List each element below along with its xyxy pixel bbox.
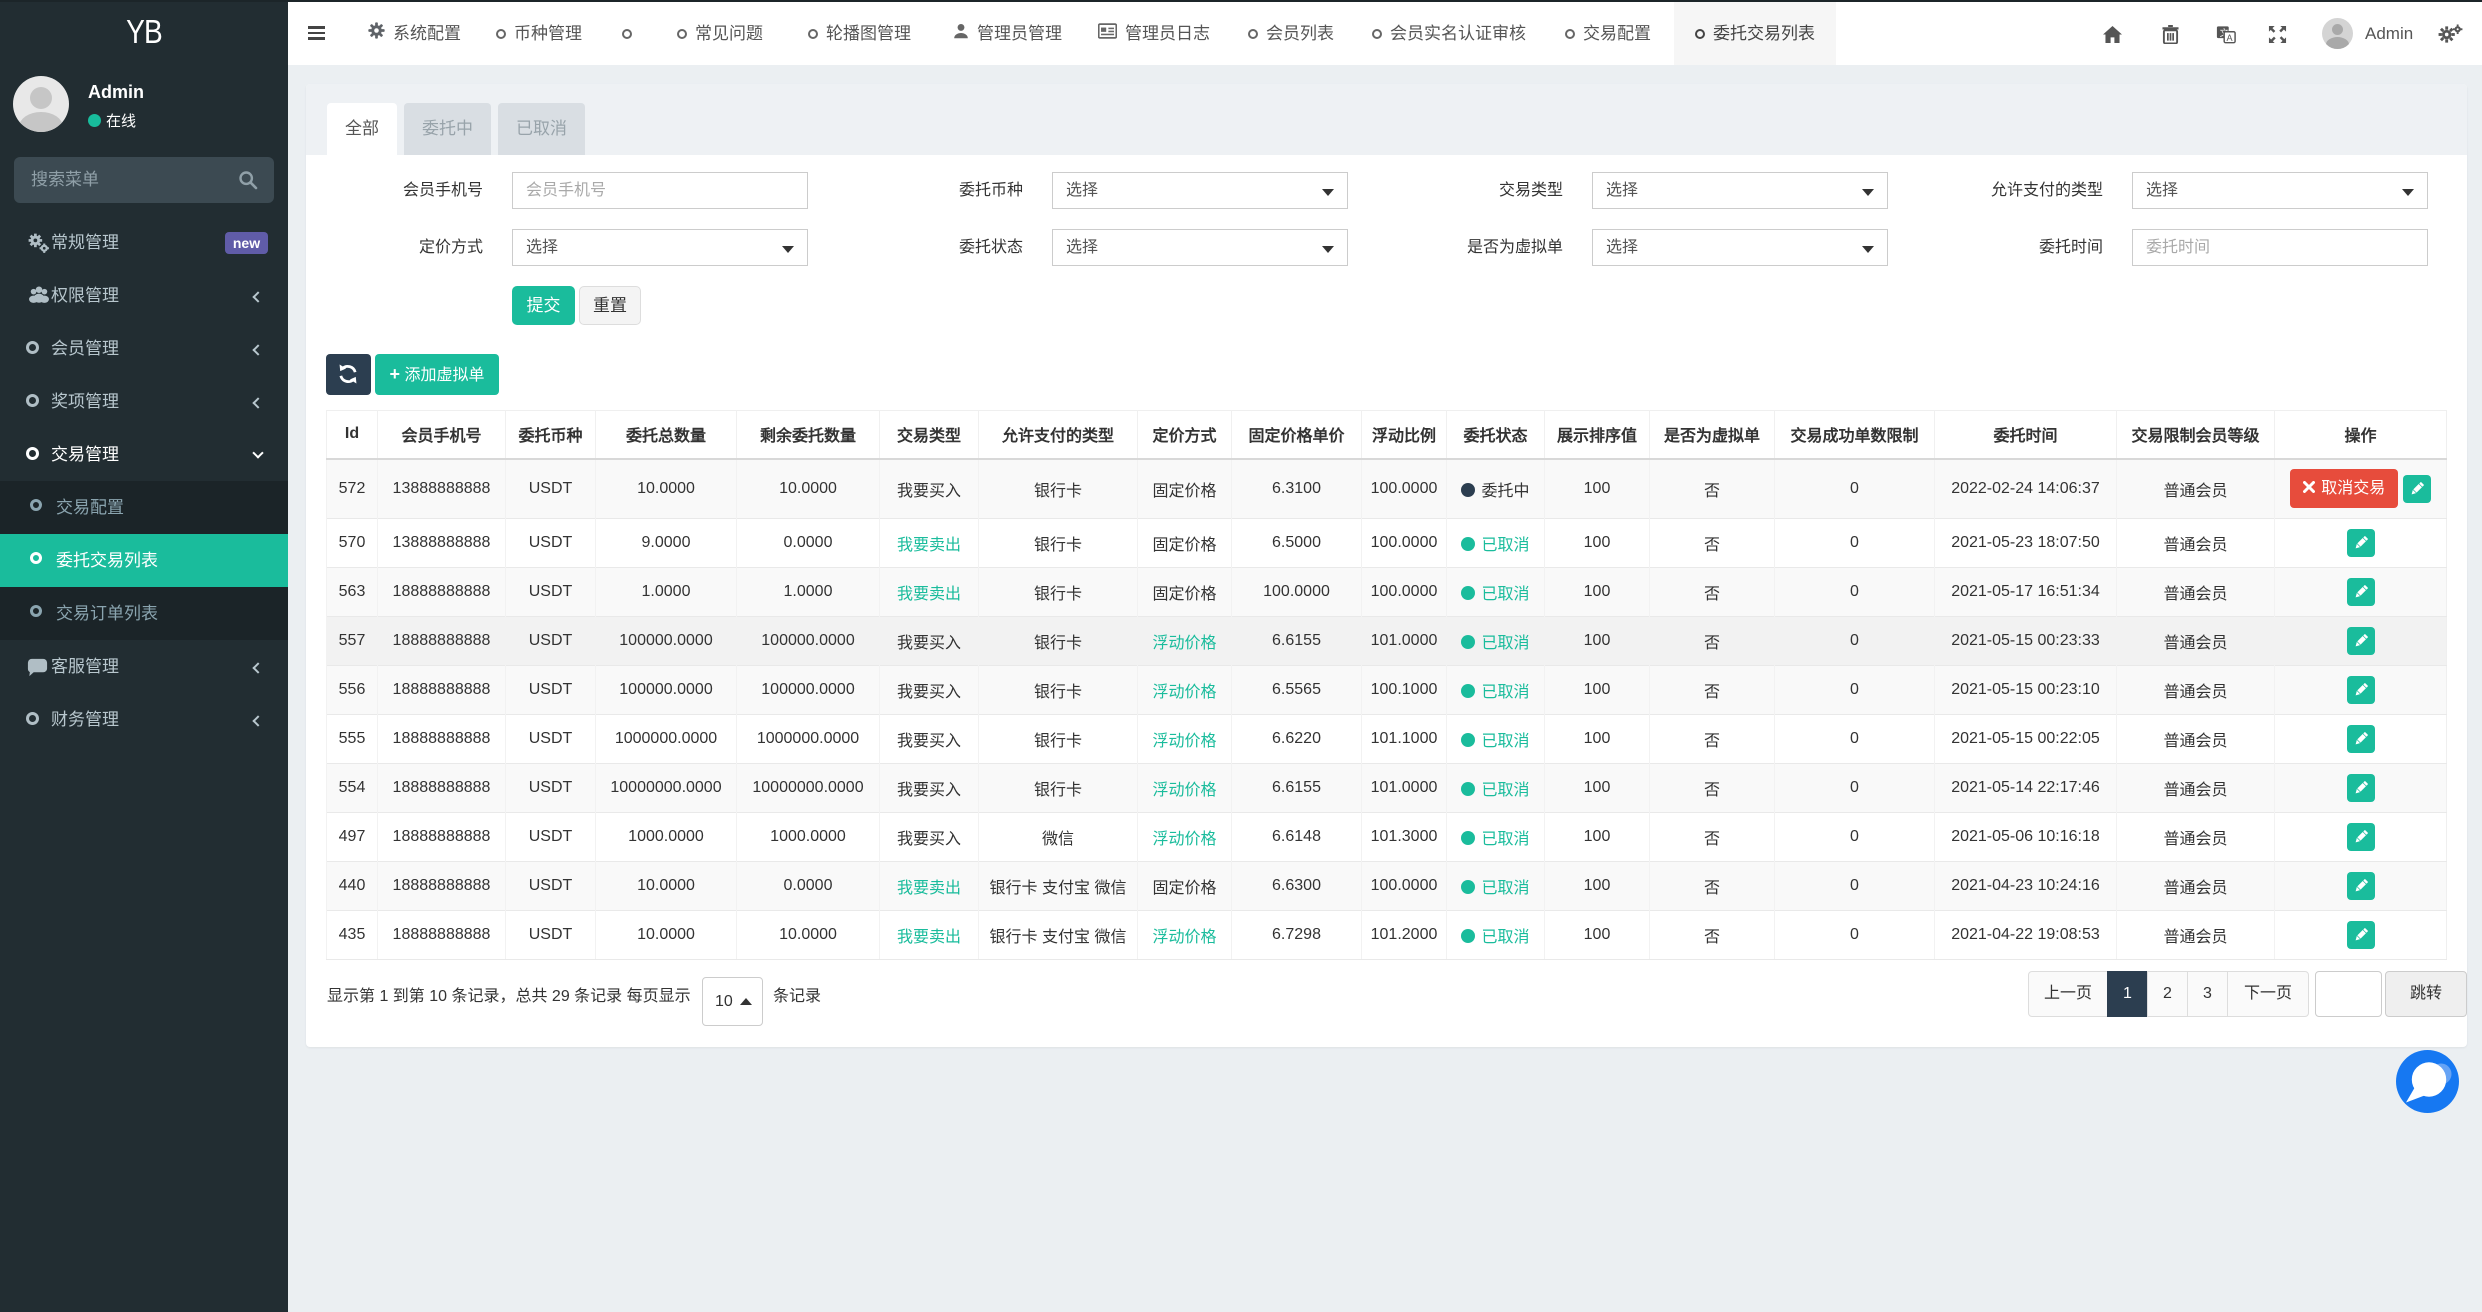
svg-text:A: A bbox=[2226, 33, 2233, 43]
